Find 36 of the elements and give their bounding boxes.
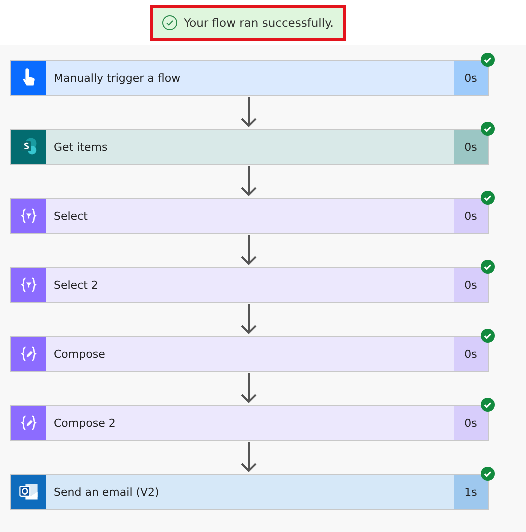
action-title: Send an email (V2) [53,486,160,498]
duration-label: 0s [454,130,488,164]
action-card[interactable]: Get items 0s [10,129,489,165]
arrow-connector [239,96,259,129]
check-circle-icon [162,15,178,31]
action-card[interactable]: Compose 0s [10,336,489,372]
pencil-braces-icon [11,406,46,440]
duration-label: 0s [454,199,488,233]
action-card[interactable]: Send an email (V2) 1s [10,474,489,510]
arrow-connector [239,303,259,336]
action-card[interactable]: Compose 2 0s [10,405,489,441]
action-title: Get items [53,140,109,154]
filter-braces-icon [11,268,46,302]
arrow-connector [239,441,259,474]
action-title: Compose [53,348,106,360]
duration-label: 0s [454,61,488,95]
outlook-icon [11,475,46,509]
action-title: Compose 2 [53,416,117,430]
banner-message: Your flow ran successfully. [184,16,334,30]
action-title: Select [53,210,89,222]
sharepoint-icon [11,130,46,164]
duration-label: 0s [454,268,488,302]
duration-label: 0s [454,406,488,440]
hand-pointer-icon [11,61,46,95]
duration-label: 0s [454,337,488,371]
arrow-connector [239,234,259,267]
arrow-connector [239,165,259,198]
filter-braces-icon [11,199,46,233]
pencil-braces-icon [11,337,46,371]
action-card[interactable]: Select 0s [10,198,489,234]
arrow-connector [239,372,259,405]
action-card[interactable]: Select 2 0s [10,267,489,303]
duration-label: 1s [454,475,488,509]
action-title: Select 2 [53,278,100,292]
action-card[interactable]: Manually trigger a flow 0s [10,60,489,96]
action-title: Manually trigger a flow [53,72,182,84]
